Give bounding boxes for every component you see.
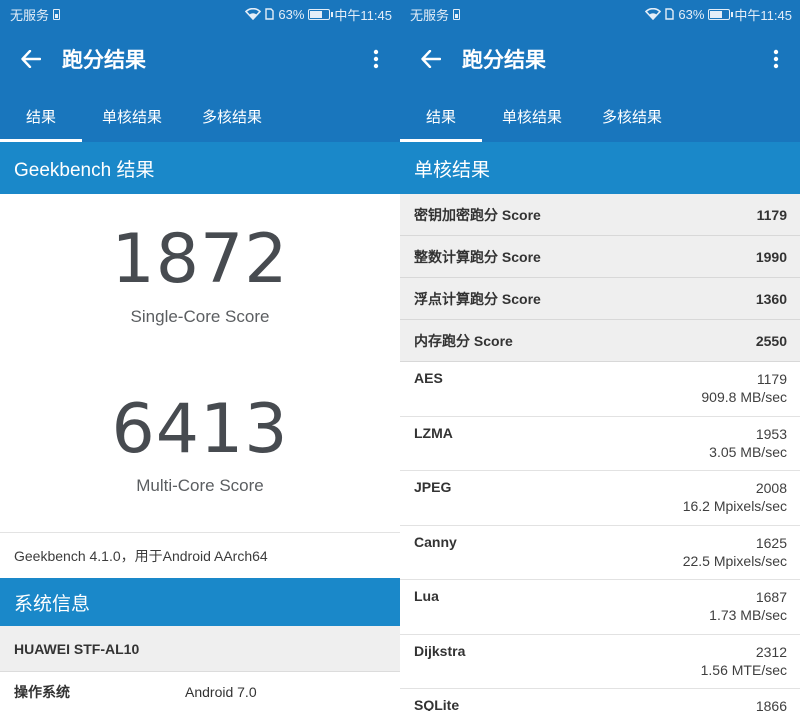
summary-value: 1990 <box>755 248 787 265</box>
benchmark-score: 1625 <box>755 534 787 551</box>
benchmark-name: Canny <box>414 533 457 550</box>
device-name: HUAWEI STF-AL10 <box>0 626 400 672</box>
sim-icon <box>453 8 461 20</box>
info-key: 操作系统 <box>14 684 70 700</box>
benchmark-rate: 1.73 MB/sec <box>709 607 787 623</box>
summary-label: 密钥加密跑分 Score <box>414 206 541 223</box>
summary-row: 整数计算跑分 Score 1990 <box>400 236 800 278</box>
battery-percent: 63% <box>278 6 305 22</box>
single-core-screen: 无服务 63% 中午11:45 跑分结果 结果 单核结果 多核结果 单核结果 密… <box>400 0 800 711</box>
info-value: Android 7.0 <box>185 684 257 700</box>
carrier-label: 无服务 <box>10 7 50 23</box>
single-core-label: Single-Core Score <box>130 307 270 326</box>
benchmark-name: JPEG <box>414 479 452 495</box>
wifi-icon <box>245 8 262 20</box>
battery-percent: 63% <box>678 6 705 22</box>
section-header: 单核结果 <box>400 142 800 194</box>
summary-row: 内存跑分 Score 2550 <box>400 320 800 362</box>
wifi-icon <box>645 8 662 20</box>
carrier-label: 无服务 <box>410 7 450 23</box>
battery-icon <box>308 8 334 20</box>
summary-value: 2550 <box>755 332 787 349</box>
sd-card-icon <box>265 8 275 20</box>
benchmark-score: 1179 <box>756 371 787 387</box>
sd-card-icon <box>665 8 675 20</box>
benchmark-name: Lua <box>414 588 439 604</box>
benchmark-name: SQLite <box>414 697 460 711</box>
status-bar: 无服务 63% 中午11:45 <box>0 0 400 28</box>
page-title: 跑分结果 <box>462 49 546 72</box>
results-screen: 无服务 63% 中午11:45 跑分结果 结果 单核结果 多核结果 Geekbe… <box>0 0 400 711</box>
summary-label: 浮点计算跑分 Score <box>414 290 541 307</box>
clock: 中午11:45 <box>334 7 392 23</box>
benchmark-rate: 1.56 MTE/sec <box>700 661 787 678</box>
benchmark-score: 1953 <box>755 425 787 442</box>
multi-core-score: 6413 <box>111 390 289 469</box>
sim-icon <box>53 8 61 20</box>
clock: 中午11:45 <box>734 7 792 23</box>
benchmark-name: Dijkstra <box>414 642 466 659</box>
tab-bar: 结果 单核结果 多核结果 <box>400 90 800 142</box>
back-arrow-icon[interactable] <box>400 28 462 90</box>
benchmark-name: LZMA <box>414 424 453 441</box>
version-info: Geekbench 4.1.0，用于Android AArch64 <box>0 532 400 578</box>
benchmark-row: JPEG 2008 16.2 Mpixels/sec <box>400 471 800 526</box>
overflow-menu-icon[interactable] <box>752 28 800 90</box>
summary-row: 密钥加密跑分 Score 1179 <box>400 194 800 236</box>
benchmark-score: 1687 <box>755 589 787 605</box>
benchmark-row: SQLite 1866 <box>400 689 800 711</box>
back-arrow-icon[interactable] <box>0 28 62 90</box>
benchmark-rate: 16.2 Mpixels/sec <box>682 498 787 514</box>
single-core-score: 1872 <box>111 220 289 299</box>
battery-icon <box>708 8 734 20</box>
benchmark-score: 2008 <box>755 480 787 496</box>
benchmark-rate: 3.05 MB/sec <box>709 443 787 460</box>
tab-bar: 结果 单核结果 多核结果 <box>0 90 400 142</box>
summary-label: 整数计算跑分 Score <box>414 248 541 265</box>
multi-core-label: Multi-Core Score <box>136 476 264 495</box>
benchmark-row: LZMA 1953 3.05 MB/sec <box>400 416 800 471</box>
system-info-header: 系统信息 <box>0 578 400 626</box>
app-bar: 跑分结果 <box>0 28 400 90</box>
benchmark-row: Dijkstra 2312 1.56 MTE/sec <box>400 634 800 689</box>
app-bar: 跑分结果 <box>400 28 800 90</box>
info-row: 操作系统 Android 7.0 <box>0 672 400 711</box>
benchmark-row: AES 1179 909.8 MB/sec <box>400 362 800 417</box>
benchmark-rate: 909.8 MB/sec <box>701 389 787 405</box>
tab-multi-core[interactable]: 多核结果 <box>182 90 282 142</box>
tab-multi-core[interactable]: 多核结果 <box>582 90 682 142</box>
tab-results[interactable]: 结果 <box>400 90 483 142</box>
summary-row: 浮点计算跑分 Score 1360 <box>400 278 800 320</box>
benchmark-name: AES <box>414 370 443 386</box>
tab-single-core[interactable]: 单核结果 <box>482 90 582 142</box>
tab-single-core[interactable]: 单核结果 <box>82 90 182 142</box>
benchmark-score: 1866 <box>755 698 787 711</box>
tab-results[interactable]: 结果 <box>0 90 83 142</box>
score-card: 1872 Single-Core Score 6413 Multi-Core S… <box>0 194 400 532</box>
overflow-menu-icon[interactable] <box>352 28 400 90</box>
summary-value: 1179 <box>756 206 787 223</box>
benchmark-score: 2312 <box>755 643 787 660</box>
status-bar: 无服务 63% 中午11:45 <box>400 0 800 28</box>
page-title: 跑分结果 <box>62 49 146 72</box>
summary-label: 内存跑分 Score <box>414 332 513 349</box>
benchmark-rate: 22.5 Mpixels/sec <box>682 552 787 569</box>
benchmark-row: Lua 1687 1.73 MB/sec <box>400 580 800 635</box>
summary-value: 1360 <box>755 290 787 307</box>
section-header: Geekbench 结果 <box>0 142 400 194</box>
benchmark-row: Canny 1625 22.5 Mpixels/sec <box>400 525 800 580</box>
